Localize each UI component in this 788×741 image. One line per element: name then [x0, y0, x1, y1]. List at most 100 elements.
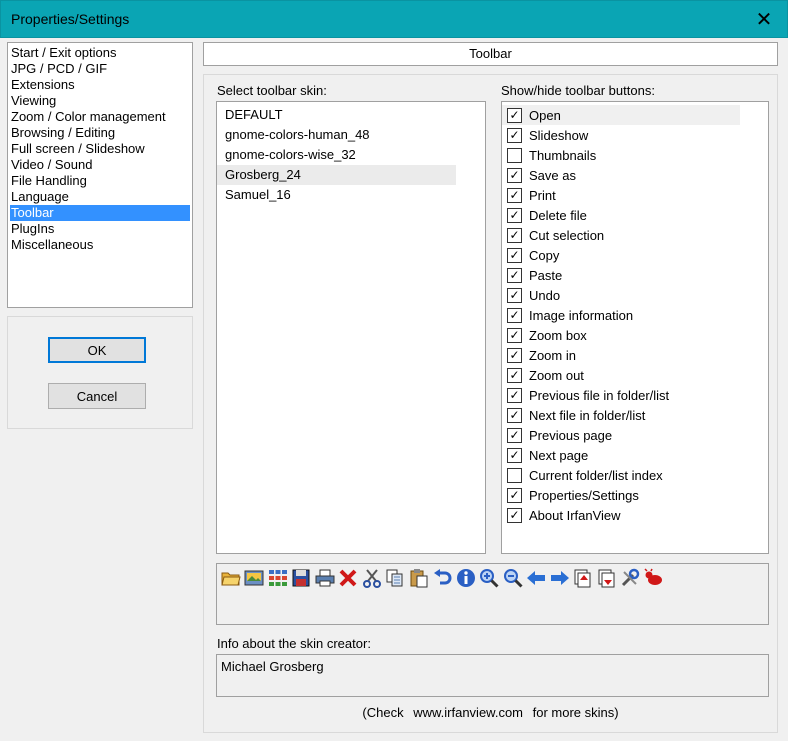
checkbox[interactable]: ✓: [507, 187, 522, 203]
checkbox[interactable]: ✓: [507, 427, 522, 443]
nav-item[interactable]: Video / Sound: [8, 157, 192, 173]
toolbar-button-option[interactable]: ✓ Open: [502, 105, 740, 125]
close-button[interactable]: ✕: [741, 1, 787, 38]
checkbox-label: Delete file: [529, 207, 587, 223]
nav-item[interactable]: Miscellaneous: [8, 237, 192, 253]
skin-item[interactable]: DEFAULT: [217, 105, 485, 125]
info-label: Info about the skin creator:: [217, 636, 371, 651]
nav-item[interactable]: File Handling: [8, 173, 192, 189]
toolbar-button-option[interactable]: ✓ Cut selection: [502, 225, 768, 245]
toolbar-preview: [216, 563, 769, 625]
toolbar-button-option[interactable]: ✓ Next file in folder/list: [502, 405, 768, 425]
nav-item[interactable]: Start / Exit options: [8, 45, 192, 61]
checkbox[interactable]: ✓: [507, 247, 522, 263]
checkbox[interactable]: ✓: [507, 407, 522, 423]
nav-item[interactable]: Full screen / Slideshow: [8, 141, 192, 157]
checkbox-label: Print: [529, 187, 556, 203]
footer-note: (Check www.irfanview.com for more skins): [203, 705, 778, 720]
checkbox[interactable]: ✓: [507, 327, 522, 343]
nav-item[interactable]: JPG / PCD / GIF: [8, 61, 192, 77]
skin-item[interactable]: Samuel_16: [217, 185, 485, 205]
checkbox-label: Previous file in folder/list: [529, 387, 670, 403]
checkbox-label: Zoom box: [529, 327, 587, 343]
checkbox-label: Copy: [529, 247, 560, 263]
next-file-icon: [548, 566, 572, 590]
toolbar-button-option[interactable]: ✓ Previous page: [502, 425, 768, 445]
checkbox[interactable]: ✓: [507, 367, 522, 383]
toolbar-button-option[interactable]: ✓ Image information: [502, 305, 768, 325]
settings-category-list[interactable]: Start / Exit options JPG / PCD / GIF Exten…: [7, 42, 193, 308]
dialog-button-group: OK Cancel: [7, 316, 193, 429]
toolbar-button-option[interactable]: ✓ Zoom box: [502, 325, 768, 345]
nav-item[interactable]: Toolbar: [10, 205, 190, 221]
toolbar-button-option[interactable]: ✓ Zoom in: [502, 345, 768, 365]
toolbar-button-option[interactable]: ✓ Previous file in folder/list: [502, 385, 768, 405]
nav-item[interactable]: Browsing / Editing: [8, 125, 192, 141]
checkbox[interactable]: [507, 147, 522, 163]
toolbar-button-option[interactable]: ✓ Slideshow: [502, 125, 768, 145]
toolbar-button-option[interactable]: Thumbnails: [502, 145, 768, 165]
toolbar-button-option[interactable]: ✓ Copy: [502, 245, 768, 265]
toolbar-button-option[interactable]: ✓ Print: [502, 185, 768, 205]
title-bar: Properties/Settings ✕: [0, 0, 788, 38]
nav-item[interactable]: Zoom / Color management: [8, 109, 192, 125]
paste-icon: [407, 566, 431, 590]
checkbox[interactable]: ✓: [507, 227, 522, 243]
checkbox-label: Save as: [529, 167, 576, 183]
checkbox[interactable]: ✓: [507, 447, 522, 463]
next-page-icon: [595, 566, 619, 590]
checkbox[interactable]: ✓: [507, 307, 522, 323]
nav-item[interactable]: Extensions: [8, 77, 192, 93]
toolbar-button-option[interactable]: ✓ Undo: [502, 285, 768, 305]
checkbox-label: Current folder/list index: [529, 467, 663, 483]
skin-list[interactable]: DEFAULT gnome-colors-human_48 gnome-colors…: [216, 101, 486, 554]
ok-button[interactable]: OK: [48, 337, 146, 363]
skin-item[interactable]: Grosberg_24: [217, 165, 456, 185]
save-icon: [290, 566, 314, 590]
toolbar-button-option[interactable]: ✓ Zoom out: [502, 365, 768, 385]
checkbox[interactable]: ✓: [507, 347, 522, 363]
properties-icon: [619, 566, 643, 590]
toolbar-button-option[interactable]: ✓ Next page: [502, 445, 768, 465]
toolbar-button-option[interactable]: ✓ Delete file: [502, 205, 768, 225]
checkbox[interactable]: ✓: [507, 207, 522, 223]
irfanview-link[interactable]: www.irfanview.com: [413, 705, 523, 720]
window-title: Properties/Settings: [11, 11, 130, 27]
checkbox[interactable]: ✓: [507, 267, 522, 283]
checkbox[interactable]: ✓: [507, 287, 522, 303]
checkbox-label: Image information: [529, 307, 634, 323]
skin-item[interactable]: gnome-colors-wise_32: [217, 145, 485, 165]
checkbox-label: Properties/Settings: [529, 487, 639, 503]
checkbox-label: Previous page: [529, 427, 613, 443]
checkbox[interactable]: ✓: [507, 127, 522, 143]
toolbar-button-option[interactable]: ✓ Save as: [502, 165, 768, 185]
checkbox-label: Paste: [529, 267, 563, 283]
slideshow-icon: [243, 566, 267, 590]
checkbox[interactable]: [507, 467, 522, 483]
nav-item[interactable]: PlugIns: [8, 221, 192, 237]
thumbnails-icon: [266, 566, 290, 590]
open-folder-icon: [219, 566, 243, 590]
skin-item[interactable]: gnome-colors-human_48: [217, 125, 485, 145]
checkbox-label: Slideshow: [529, 127, 589, 143]
toolbar-button-option[interactable]: ✓ About IrfanView: [502, 505, 768, 525]
toolbar-buttons-list[interactable]: ✓ Open ✓ Slideshow Thumbnails ✓ Save as ✓ Print ✓…: [501, 101, 769, 554]
cancel-button[interactable]: Cancel: [48, 383, 146, 409]
nav-item[interactable]: Viewing: [8, 93, 192, 109]
nav-item[interactable]: Language: [8, 189, 192, 205]
print-icon: [313, 566, 337, 590]
checkbox[interactable]: ✓: [507, 387, 522, 403]
skin-list-label: Select toolbar skin:: [217, 83, 327, 98]
checkbox-label: Thumbnails: [529, 147, 597, 163]
checkbox[interactable]: ✓: [507, 107, 522, 123]
toolbar-button-option[interactable]: Current folder/list index: [502, 465, 768, 485]
checkbox[interactable]: ✓: [507, 167, 522, 183]
checkbox-label: Zoom out: [529, 367, 584, 383]
toolbar-button-option[interactable]: ✓ Paste: [502, 265, 768, 285]
info-icon: [454, 566, 478, 590]
checkbox[interactable]: ✓: [507, 507, 522, 523]
toolbar-button-option[interactable]: ✓ Properties/Settings: [502, 485, 768, 505]
buttons-list-label: Show/hide toolbar buttons:: [501, 83, 655, 98]
previous-page-icon: [572, 566, 596, 590]
checkbox[interactable]: ✓: [507, 487, 522, 503]
